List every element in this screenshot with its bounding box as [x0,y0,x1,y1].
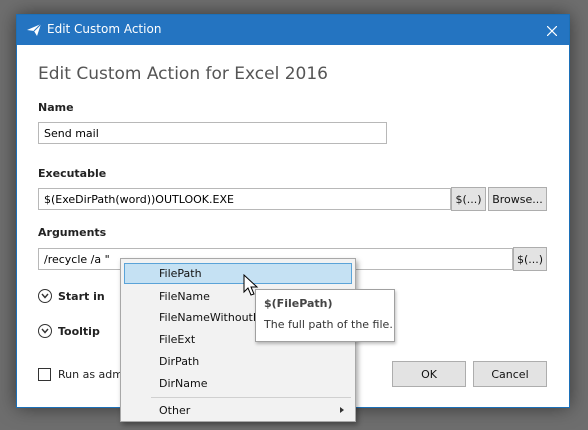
submenu-arrow-icon [340,407,344,413]
close-icon [546,21,558,40]
macro-tooltip: $(FilePath) The full path of the file. [255,289,395,342]
run-as-admin-label: Run as adm [58,368,123,381]
menu-item-dirname[interactable]: DirName [124,373,352,394]
run-as-admin-row[interactable]: Run as adm [38,368,123,381]
menu-item-other-label: Other [159,404,191,417]
send-icon [26,22,42,38]
mouse-pointer-icon [243,273,259,298]
tooltip-description: The full path of the file. [264,318,393,331]
tooltip-expander[interactable]: Tooltip [38,322,100,340]
tooltip-title: $(FilePath) [264,297,333,310]
chevron-down-icon [38,289,52,303]
tooltip-label: Tooltip [58,324,100,338]
executable-label: Executable [38,167,107,180]
menu-item-other[interactable]: Other [124,400,352,421]
cancel-button[interactable]: Cancel [473,361,547,387]
menu-item-dirpath[interactable]: DirPath [124,351,352,372]
name-input[interactable]: Send mail [38,122,387,144]
arguments-label: Arguments [38,226,107,239]
close-button[interactable] [535,15,569,45]
start-in-label: Start in [58,289,105,303]
title-bar: Edit Custom Action [17,15,569,45]
executable-input[interactable]: $(ExeDirPath(word))OUTLOOK.EXE [38,188,451,210]
arguments-macro-button[interactable]: $(...) [513,247,547,271]
start-in-expander[interactable]: Start in [38,287,105,305]
ok-button[interactable]: OK [392,361,466,387]
name-label: Name [38,101,74,114]
window-title: Edit Custom Action [47,22,162,36]
menu-item-filepath[interactable]: FilePath [124,263,352,284]
page-title: Edit Custom Action for Excel 2016 [38,64,328,84]
menu-separator [151,397,351,398]
run-as-admin-checkbox[interactable] [38,368,51,381]
executable-macro-button[interactable]: $(...) [451,187,486,211]
browse-button[interactable]: Browse... [488,187,547,211]
chevron-down-icon [38,324,52,338]
